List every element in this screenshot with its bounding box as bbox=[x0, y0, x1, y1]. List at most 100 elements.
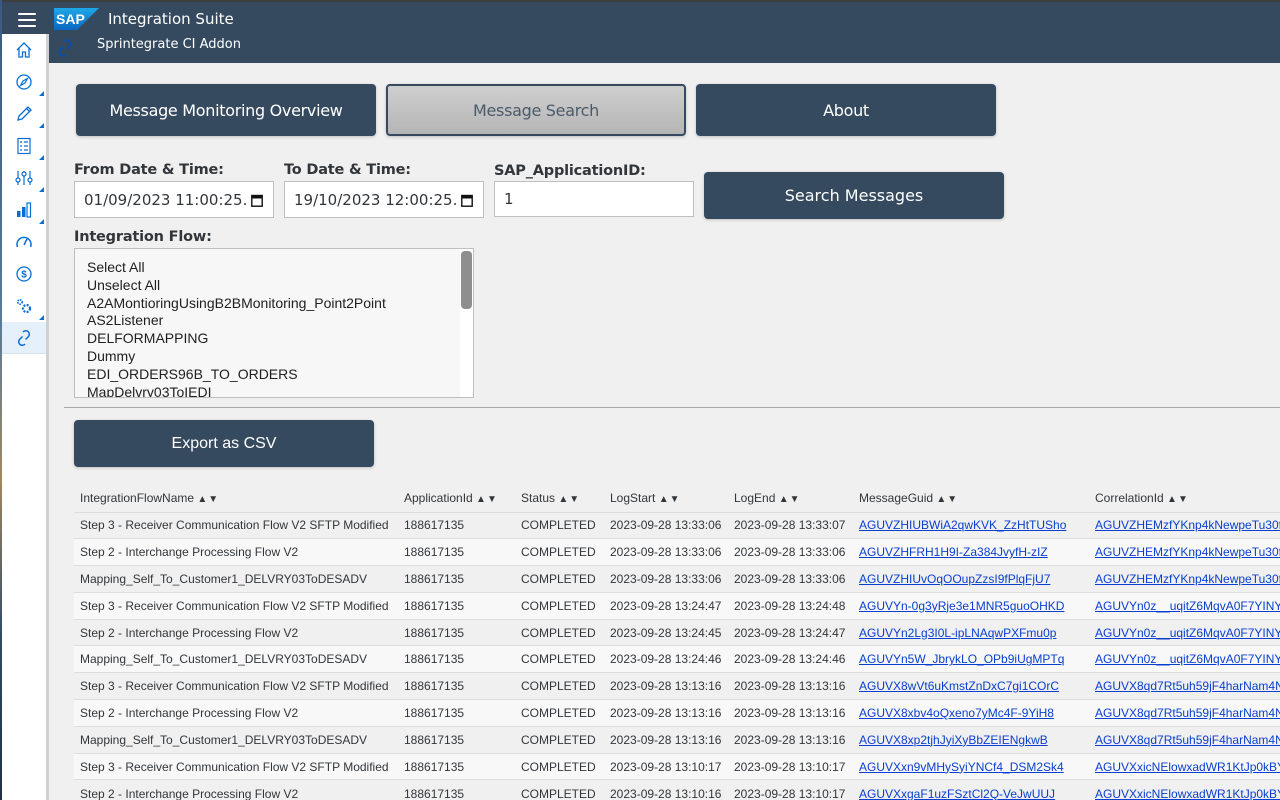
correlation-id-link[interactable]: AGUVYn0z__uqitZ6MqvA0F7YINY bbox=[1095, 599, 1280, 613]
column-header-label: IntegrationFlowName bbox=[80, 491, 198, 506]
correlation-id-link[interactable]: AGUVXxicNElowxadWR1KtJp0kBY bbox=[1095, 760, 1280, 774]
sap-logo[interactable]: SAP bbox=[54, 8, 99, 30]
correlation-id-link[interactable]: AGUVYn0z__uqitZ6MqvA0F7YINY bbox=[1095, 652, 1280, 666]
cell-integration-flow-name: Mapping_Self_To_Customer1_DELVRY03ToDESA… bbox=[74, 645, 398, 673]
message-search-button[interactable]: Message Search bbox=[386, 84, 686, 136]
message-monitoring-overview-button[interactable]: Message Monitoring Overview bbox=[76, 84, 376, 136]
message-guid-link[interactable]: AGUVX8xp2tjhJyiXyBbZEIENgkwB bbox=[859, 733, 1048, 747]
sidebar-item-configure[interactable] bbox=[2, 162, 46, 194]
section-divider bbox=[64, 407, 1280, 408]
correlation-id-link[interactable]: AGUVZHEMzfYKnp4kNewpeTu30f bbox=[1095, 572, 1280, 586]
column-header-label: CorrelationId bbox=[1095, 491, 1168, 506]
sort-icon[interactable]: ▲▼ bbox=[197, 494, 219, 505]
integration-flow-option[interactable]: DELFORMAPPING bbox=[87, 330, 473, 348]
integration-flow-option[interactable]: MapDelvry03ToIEDI bbox=[87, 384, 473, 397]
column-header-correlationid[interactable]: CorrelationId ▲▼ bbox=[1089, 485, 1280, 512]
cell-status: COMPLETED bbox=[515, 725, 604, 754]
sort-icon[interactable]: ▲▼ bbox=[1167, 494, 1189, 505]
message-guid-link[interactable]: AGUVZHFRH1H9I-Za384JvyfH-zIZ bbox=[859, 545, 1048, 559]
message-guid-link[interactable]: AGUVYn5W_JbrykLO_OPb9iUgMPTq bbox=[859, 652, 1064, 666]
calendar-icon[interactable] bbox=[251, 194, 263, 207]
message-guid-link[interactable]: AGUVZHIUvOqOOupZzsI9fPlqFjU7 bbox=[859, 572, 1050, 586]
application-id-label: SAP_ApplicationID: bbox=[494, 163, 646, 179]
to-date-value: 19/10/2023 12:00:25. bbox=[294, 190, 458, 209]
cell-correlation-id: AGUVX8qd7Rt5uh59jF4harNam4N bbox=[1089, 672, 1280, 700]
cell-status: COMPLETED bbox=[515, 672, 604, 700]
cell-status: COMPLETED bbox=[515, 779, 604, 800]
integration-flow-listbox[interactable]: Select All Unselect All A2AMontioringUsing… bbox=[74, 248, 474, 398]
cell-application-id: 188617135 bbox=[398, 538, 515, 566]
cell-integration-flow-name: Step 3 - Receiver Communication Flow V2 … bbox=[74, 752, 398, 780]
calendar-icon[interactable] bbox=[461, 194, 473, 207]
column-header-logend[interactable]: LogEnd ▲▼ bbox=[728, 485, 853, 512]
bar-chart-icon bbox=[17, 202, 32, 218]
cell-log-end: 2023-09-28 13:33:06 bbox=[728, 538, 853, 566]
export-csv-button[interactable]: Export as CSV bbox=[74, 420, 374, 467]
integration-flow-option[interactable]: AS2Listener bbox=[87, 312, 473, 330]
message-guid-link[interactable]: AGUVX8wVt6uKmstZnDxC7gi1COrC bbox=[859, 679, 1059, 693]
sidebar-item-monitor[interactable] bbox=[2, 194, 46, 226]
cell-integration-flow-name: Mapping_Self_To_Customer1_DELVRY03ToDESA… bbox=[74, 725, 398, 754]
to-date-input[interactable]: 19/10/2023 12:00:25. bbox=[284, 181, 484, 218]
correlation-id-link[interactable]: AGUVXxicNElowxadWR1KtJp0kBY bbox=[1095, 787, 1280, 800]
cell-status: COMPLETED bbox=[515, 511, 604, 539]
cell-message-guid: AGUVX8wVt6uKmstZnDxC7gi1COrC bbox=[853, 672, 1089, 700]
sidebar-item-costs[interactable]: $ bbox=[2, 258, 46, 290]
correlation-id-link[interactable]: AGUVYn0z__uqitZ6MqvA0F7YINY bbox=[1095, 626, 1280, 640]
message-guid-link[interactable]: AGUVXxn9vMHySyiYNCf4_DSM2Sk4 bbox=[859, 760, 1064, 774]
column-header-messageguid[interactable]: MessageGuid ▲▼ bbox=[853, 485, 1089, 512]
message-guid-link[interactable]: AGUVYn-0g3yRje3e1MNR5guoOHKD bbox=[859, 599, 1064, 613]
listbox-scrollbar[interactable] bbox=[460, 249, 473, 397]
about-button[interactable]: About bbox=[696, 84, 996, 136]
column-header-label: LogEnd bbox=[734, 491, 779, 506]
gauge-icon bbox=[16, 236, 32, 248]
cell-message-guid: AGUVZHIUBWiA2qwKVK_ZzHtTUSho bbox=[853, 511, 1089, 539]
menu-toggle-button[interactable] bbox=[18, 12, 36, 28]
to-date-label: To Date & Time: bbox=[284, 162, 411, 178]
sort-icon[interactable]: ▲▼ bbox=[659, 494, 681, 505]
column-header-logstart[interactable]: LogStart ▲▼ bbox=[604, 485, 728, 512]
cell-correlation-id: AGUVYn0z__uqitZ6MqvA0F7YINY bbox=[1089, 645, 1280, 673]
cell-log-end: 2023-09-28 13:24:48 bbox=[728, 591, 853, 620]
correlation-id-link[interactable]: AGUVZHEMzfYKnp4kNewpeTu30f bbox=[1095, 518, 1280, 532]
integration-flow-option[interactable]: Unselect All bbox=[87, 277, 473, 295]
integration-flow-option[interactable]: Dummy bbox=[87, 348, 473, 366]
correlation-id-link[interactable]: AGUVX8qd7Rt5uh59jF4harNam4N bbox=[1095, 706, 1280, 720]
cell-log-start: 2023-09-28 13:13:16 bbox=[604, 725, 728, 754]
message-guid-link[interactable]: AGUVX8xbv4oQxeno7yMc4F-9YiH8 bbox=[859, 706, 1054, 720]
column-header-integrationflowname[interactable]: IntegrationFlowName ▲▼ bbox=[74, 485, 398, 512]
sidebar-item-design[interactable] bbox=[2, 98, 46, 130]
correlation-id-link[interactable]: AGUVX8qd7Rt5uh59jF4harNam4N bbox=[1095, 679, 1280, 693]
search-messages-button[interactable]: Search Messages bbox=[704, 172, 1004, 219]
sort-icon[interactable]: ▲▼ bbox=[779, 494, 801, 505]
sort-icon[interactable]: ▲▼ bbox=[558, 494, 580, 505]
message-guid-link[interactable]: AGUVYn2Lg3I0L-ipLNAqwPXFmu0p bbox=[859, 626, 1056, 640]
message-guid-link[interactable]: AGUVZHIUBWiA2qwKVK_ZzHtTUSho bbox=[859, 518, 1066, 532]
correlation-id-link[interactable]: AGUVX8qd7Rt5uh59jF4harNam4N bbox=[1095, 733, 1280, 747]
sidebar-item-test[interactable] bbox=[2, 130, 46, 162]
column-header-status[interactable]: Status ▲▼ bbox=[515, 485, 604, 512]
sort-icon[interactable]: ▲▼ bbox=[936, 494, 958, 505]
cell-log-start: 2023-09-28 13:13:16 bbox=[604, 699, 728, 727]
integration-flow-label: Integration Flow: bbox=[74, 229, 212, 245]
message-guid-link[interactable]: AGUVXxgaF1uzFSztCl2Q-VeJwUUJ bbox=[859, 787, 1055, 800]
integration-flow-option[interactable]: EDI_ORDERS96B_TO_ORDERS bbox=[87, 366, 473, 384]
integration-flow-option[interactable]: Select All bbox=[87, 259, 473, 277]
column-header-applicationid[interactable]: ApplicationId ▲▼ bbox=[398, 485, 515, 512]
cell-message-guid: AGUVXxn9vMHySyiYNCf4_DSM2Sk4 bbox=[853, 752, 1089, 780]
from-date-input[interactable]: 01/09/2023 11:00:25. bbox=[74, 181, 274, 218]
sidebar-item-sprintegrate[interactable] bbox=[2, 322, 46, 354]
cell-correlation-id: AGUVX8qd7Rt5uh59jF4harNam4N bbox=[1089, 699, 1280, 727]
cell-integration-flow-name: Step 2 - Interchange Processing Flow V2 bbox=[74, 618, 398, 646]
sidebar-item-home[interactable] bbox=[2, 34, 46, 66]
sidebar-item-discover[interactable] bbox=[2, 66, 46, 98]
correlation-id-link[interactable]: AGUVZHEMzfYKnp4kNewpeTu30f bbox=[1095, 545, 1280, 559]
messages-table-container: IntegrationFlowName ▲▼ ApplicationId ▲▼ St… bbox=[74, 485, 1280, 800]
integration-flow-option[interactable]: A2AMontioringUsingB2BMonitoring_Point2Po… bbox=[87, 295, 473, 313]
application-id-input[interactable]: 1 bbox=[494, 181, 694, 217]
sidebar-item-performance[interactable] bbox=[2, 226, 46, 258]
sidebar-item-settings[interactable] bbox=[2, 290, 46, 322]
scrollbar-thumb[interactable] bbox=[461, 251, 472, 309]
integration-flow-options: Select All Unselect All A2AMontioringUsing… bbox=[75, 249, 473, 397]
sort-icon[interactable]: ▲▼ bbox=[476, 494, 498, 505]
